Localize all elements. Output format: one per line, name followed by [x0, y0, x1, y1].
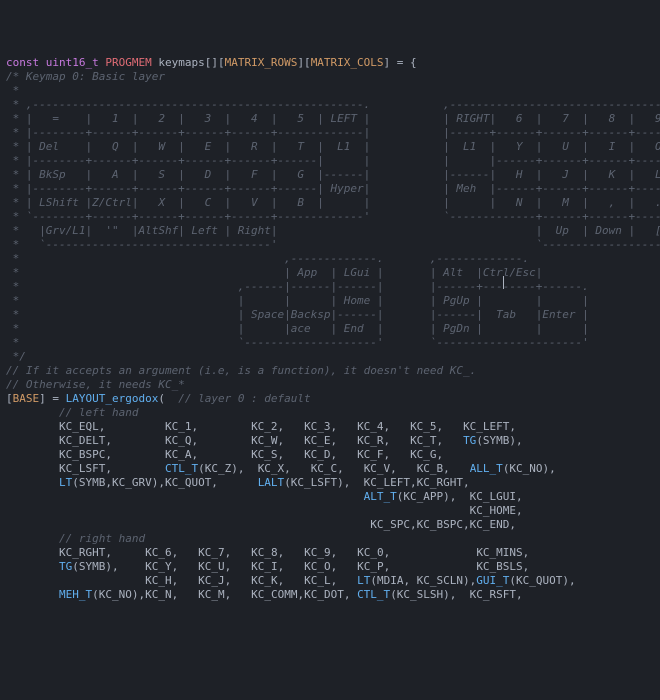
keycode: [350, 476, 363, 489]
keycode: KC_DELT,: [59, 434, 112, 447]
keycode: KC_4,: [357, 420, 390, 433]
keycode: KC_A,: [165, 448, 198, 461]
keycode: [59, 574, 145, 587]
keycode: [450, 462, 470, 475]
keycode: [337, 560, 357, 573]
comment-line: // Otherwise, it needs KC_*: [6, 378, 185, 391]
brackets: [][: [205, 56, 225, 69]
eq-brace: = {: [390, 56, 417, 69]
macro-call: MEH_T: [59, 588, 92, 601]
keycode: KC_3,: [304, 420, 337, 433]
var-name: keymaps: [158, 56, 204, 69]
progmem: PROGMEM: [105, 56, 151, 69]
macro-call: CTL_T: [357, 588, 390, 601]
keycode: KC_1,: [165, 420, 198, 433]
keycode: KC_M,: [198, 588, 231, 601]
macro-call: TG: [59, 560, 72, 573]
macro-call: CTL_T: [165, 462, 198, 475]
macro-call: LALT: [258, 476, 285, 489]
keycode: KC_HOME,: [470, 504, 523, 517]
keycode: KC_5,: [410, 420, 443, 433]
keycode: KC_LEFT,: [463, 420, 516, 433]
keycode: KC_RGHT,: [417, 476, 470, 489]
keycode: [244, 462, 257, 475]
keycode: KC_COMM,: [251, 588, 304, 601]
keycode: [178, 560, 198, 573]
keycode: KC_2,: [251, 420, 284, 433]
keycode: KC_S,: [251, 448, 284, 461]
keycode: KC_END,: [470, 518, 516, 531]
macro-call: ALT_T: [364, 490, 397, 503]
comment-left-hand: // left hand: [6, 406, 138, 419]
keycode: KC_6,: [145, 546, 178, 559]
keycode: KC_N,: [145, 588, 178, 601]
code-editor[interactable]: const uint16_t PROGMEM keymaps[][MATRIX_…: [0, 56, 660, 602]
type: uint16_t: [46, 56, 99, 69]
keycode: KC_RGHT,: [59, 546, 112, 559]
comment-right-hand: // right hand: [6, 532, 145, 545]
macro-call: LT: [357, 574, 370, 587]
keycode: KC_F,: [357, 448, 390, 461]
keycode: [291, 462, 311, 475]
keycode: KC_EQL,: [59, 420, 105, 433]
matrix-rows: MATRIX_ROWS: [225, 56, 298, 69]
keycode: KC_D,: [304, 448, 337, 461]
keycode: KC_8,: [251, 546, 284, 559]
keycode: KC_BSPC,: [59, 448, 112, 461]
keycode: KC_T,: [410, 434, 443, 447]
base-layer: BASE: [13, 392, 40, 405]
keycode: [231, 560, 251, 573]
keycode: [350, 588, 357, 601]
keycode: KC_9,: [304, 546, 337, 559]
keycode: KC_0,: [357, 546, 390, 559]
keycode: [344, 462, 364, 475]
keycode: KC_7,: [198, 546, 231, 559]
keycode: KC_QUOT,: [165, 476, 218, 489]
keycode: KC_MINS,: [476, 546, 529, 559]
macro-call: GUI_T: [476, 574, 509, 587]
macro-call: ALL_T: [470, 462, 503, 475]
keycode: KC_SPC,: [370, 518, 416, 531]
keycode: [178, 574, 198, 587]
keycode: [337, 574, 357, 587]
keycode: [397, 462, 417, 475]
keycode: KC_R,: [357, 434, 390, 447]
keycode: KC_E,: [304, 434, 337, 447]
keycode: [456, 588, 469, 601]
comment: /* Keymap 0: Basic layer: [6, 70, 165, 83]
macro-call: TG: [463, 434, 476, 447]
keycode: KC_G,: [410, 448, 443, 461]
keycode: [284, 574, 304, 587]
macro-call: LT: [59, 476, 72, 489]
keyword: const: [6, 56, 39, 69]
keycode: [284, 560, 304, 573]
keycode: [119, 560, 146, 573]
keycode: KC_W,: [251, 434, 284, 447]
keycode: [231, 574, 251, 587]
keycode: [390, 560, 476, 573]
keycode: [456, 490, 469, 503]
matrix-cols: MATRIX_COLS: [311, 56, 384, 69]
text-cursor: [503, 276, 504, 289]
layout-macro: LAYOUT_ergodox: [66, 392, 159, 405]
keycode: KC_Q,: [165, 434, 198, 447]
keycode: KC_LSFT,: [59, 462, 112, 475]
comment-line: // If it accepts an argument (i.e, is a …: [6, 364, 476, 377]
